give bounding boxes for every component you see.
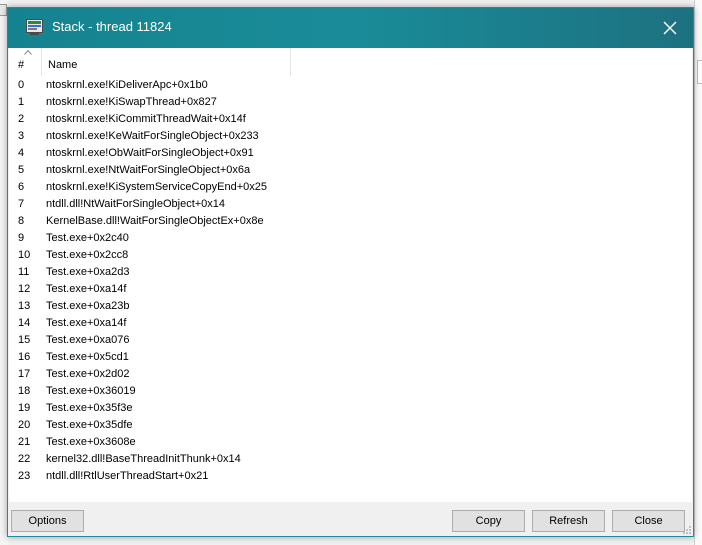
frame-name: kernel32.dll!BaseThreadInitThunk+0x14	[46, 453, 241, 465]
frame-index: 18	[18, 385, 31, 397]
frame-name: ntoskrnl.exe!NtWaitForSingleObject+0x6a	[46, 164, 251, 176]
frame-index: 1	[18, 96, 25, 108]
frame-index: 3	[18, 130, 25, 142]
list-body: 0 ntoskrnl.exe!KiDeliverApc+0x1b0 1 ntoskr…	[9, 77, 692, 485]
frame-name: ntdll.dll!NtWaitForSingleObject+0x14	[46, 198, 226, 210]
frame-name: Test.exe+0xa23b	[46, 300, 130, 312]
frame-index: 14	[18, 317, 31, 329]
frame-name: Test.exe+0x5cd1	[46, 351, 129, 363]
stack-dialog: Stack - thread 11824 # Name 0 ntoskrnl.ex…	[7, 7, 694, 537]
list-row[interactable]: 1 ntoskrnl.exe!KiSwapThread+0x827	[9, 94, 692, 111]
frame-index: 0	[18, 79, 25, 91]
frame-index: 17	[18, 368, 31, 380]
list-row[interactable]: 16 Test.exe+0x5cd1	[9, 349, 692, 366]
frame-index: 13	[18, 300, 31, 312]
options-button[interactable]: Options	[11, 510, 84, 532]
list-row[interactable]: 14 Test.exe+0xa14f	[9, 315, 692, 332]
column-header-name-label: Name	[48, 59, 78, 71]
title-bar[interactable]: Stack - thread 11824	[8, 8, 693, 48]
frame-index: 8	[18, 215, 25, 227]
frame-index: 21	[18, 436, 31, 448]
stack-window-icon	[26, 19, 43, 35]
column-header-index-label: #	[18, 59, 25, 71]
window-title: Stack - thread 11824	[52, 19, 172, 34]
list-row[interactable]: 8 KernelBase.dll!WaitForSingleObjectEx+0x…	[9, 213, 692, 230]
frame-index: 6	[18, 181, 25, 193]
column-header-name[interactable]: Name	[42, 48, 291, 76]
frame-index: 7	[18, 198, 25, 210]
close-icon	[663, 21, 677, 35]
frame-index: 16	[18, 351, 31, 363]
frame-index: 23	[18, 470, 31, 482]
list-row[interactable]: 3 ntoskrnl.exe!KeWaitForSingleObject+0x23…	[9, 128, 692, 145]
frame-name: Test.exe+0x2cc8	[46, 249, 129, 261]
background-tab	[697, 60, 702, 84]
frame-name: Test.exe+0x35f3e	[46, 402, 133, 414]
list-row[interactable]: 0 ntoskrnl.exe!KiDeliverApc+0x1b0	[9, 77, 692, 94]
frame-name: Test.exe+0xa14f	[46, 283, 127, 295]
list-row[interactable]: 11 Test.exe+0xa2d3	[9, 264, 692, 281]
frame-index: 4	[18, 147, 25, 159]
list-row[interactable]: 18 Test.exe+0x36019	[9, 383, 692, 400]
list-row[interactable]: 22 kernel32.dll!BaseThreadInitThunk+0x14	[9, 451, 692, 468]
list-header: # Name	[9, 48, 692, 76]
frame-name: Test.exe+0x2c40	[46, 232, 129, 244]
frame-index: 22	[18, 453, 31, 465]
frame-name: Test.exe+0x35dfe	[46, 419, 133, 431]
refresh-button[interactable]: Refresh	[532, 510, 605, 532]
list-row[interactable]: 20 Test.exe+0x35dfe	[9, 417, 692, 434]
frame-name: ntoskrnl.exe!KiSystemServiceCopyEnd+0x25	[46, 181, 268, 193]
frame-index: 12	[18, 283, 31, 295]
frame-name: Test.exe+0xa076	[46, 334, 130, 346]
list-row[interactable]: 6 ntoskrnl.exe!KiSystemServiceCopyEnd+0x2…	[9, 179, 692, 196]
window-close-button[interactable]	[647, 8, 693, 48]
list-row[interactable]: 19 Test.exe+0x35f3e	[9, 400, 692, 417]
frame-name: Test.exe+0xa2d3	[46, 266, 130, 278]
list-row[interactable]: 10 Test.exe+0x2cc8	[9, 247, 692, 264]
list-row[interactable]: 17 Test.exe+0x2d02	[9, 366, 692, 383]
column-header-index[interactable]: #	[12, 48, 42, 76]
frame-index: 11	[18, 266, 30, 278]
list-row[interactable]: 21 Test.exe+0x3608e	[9, 434, 692, 451]
list-row[interactable]: 4 ntoskrnl.exe!ObWaitForSingleObject+0x91	[9, 145, 692, 162]
frame-index: 9	[18, 232, 25, 244]
list-row[interactable]: 23 ntdll.dll!RtlUserThreadStart+0x21	[9, 468, 692, 485]
frame-name: ntoskrnl.exe!ObWaitForSingleObject+0x91	[46, 147, 254, 159]
frame-index: 2	[18, 113, 25, 125]
list-row[interactable]: 9 Test.exe+0x2c40	[9, 230, 692, 247]
background-window-right-edge	[694, 0, 702, 545]
list-row[interactable]: 7 ntdll.dll!NtWaitForSingleObject+0x14	[9, 196, 692, 213]
frame-index: 19	[18, 402, 31, 414]
frame-index: 15	[18, 334, 31, 346]
resize-grip-icon[interactable]	[682, 525, 692, 535]
list-row[interactable]: 13 Test.exe+0xa23b	[9, 298, 692, 315]
list-row[interactable]: 15 Test.exe+0xa076	[9, 332, 692, 349]
sort-ascending-icon	[24, 49, 32, 55]
stack-frame-list[interactable]: # Name 0 ntoskrnl.exe!KiDeliverApc+0x1b0 …	[9, 48, 692, 502]
frame-index: 5	[18, 164, 25, 176]
frame-name: ntoskrnl.exe!KeWaitForSingleObject+0x233	[46, 130, 259, 142]
frame-name: Test.exe+0x3608e	[46, 436, 136, 448]
close-button[interactable]: Close	[612, 510, 685, 532]
background-minimize-icon	[0, 4, 7, 16]
list-row[interactable]: 5 ntoskrnl.exe!NtWaitForSingleObject+0x6a	[9, 162, 692, 179]
frame-name: Test.exe+0x2d02	[46, 368, 130, 380]
frame-name: KernelBase.dll!WaitForSingleObjectEx+0x8…	[46, 215, 264, 227]
frame-name: Test.exe+0xa14f	[46, 317, 127, 329]
copy-button[interactable]: Copy	[452, 510, 525, 532]
frame-name: ntoskrnl.exe!KiDeliverApc+0x1b0	[46, 79, 208, 91]
frame-index: 20	[18, 419, 31, 431]
frame-name: ntdll.dll!RtlUserThreadStart+0x21	[46, 470, 209, 482]
frame-name: ntoskrnl.exe!KiSwapThread+0x827	[46, 96, 217, 108]
list-row[interactable]: 12 Test.exe+0xa14f	[9, 281, 692, 298]
frame-name: ntoskrnl.exe!KiCommitThreadWait+0x14f	[46, 113, 246, 125]
frame-name: Test.exe+0x36019	[46, 385, 136, 397]
list-row[interactable]: 2 ntoskrnl.exe!KiCommitThreadWait+0x14f	[9, 111, 692, 128]
frame-index: 10	[18, 249, 31, 261]
